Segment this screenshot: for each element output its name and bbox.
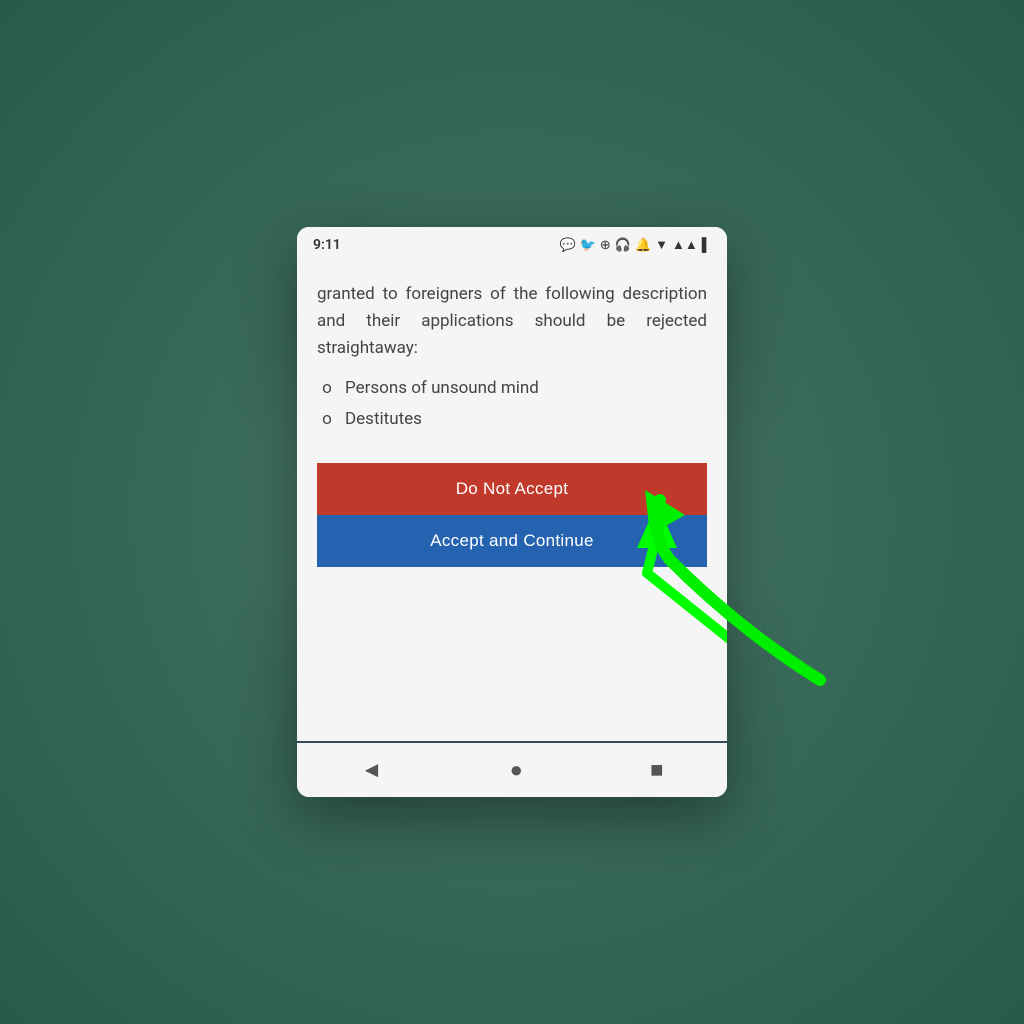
nav-bar: ◄ ● ■ bbox=[297, 741, 727, 797]
phone-frame: 9:11 💬 🐦 ⊕ 🎧 🔔 ▼ ▲▲ ▌ granted to foreign… bbox=[297, 227, 727, 797]
wifi-icon: ▼ bbox=[655, 237, 668, 253]
buttons-area: Do Not Accept Accept and Continue bbox=[317, 463, 707, 567]
list-bullet-1: o bbox=[317, 375, 337, 402]
recent-button[interactable]: ■ bbox=[650, 757, 663, 783]
home-button[interactable]: ● bbox=[510, 757, 523, 783]
back-button[interactable]: ◄ bbox=[361, 757, 383, 783]
signal-icon: ▲▲ bbox=[672, 237, 698, 253]
alert-icon: ⊕ bbox=[600, 238, 611, 253]
status-time: 9:11 bbox=[313, 237, 341, 253]
do-not-accept-button[interactable]: Do Not Accept bbox=[317, 463, 707, 515]
headphone-icon: 🎧 bbox=[615, 238, 631, 253]
body-paragraph: granted to foreigners of the following d… bbox=[317, 281, 707, 363]
content-area: granted to foreigners of the following d… bbox=[297, 261, 727, 741]
status-icons-group: 💬 🐦 ⊕ 🎧 🔔 ▼ ▲▲ ▌ bbox=[560, 237, 711, 253]
list-text-2: Destitutes bbox=[345, 406, 422, 433]
battery-icon: ▌ bbox=[702, 237, 711, 253]
accept-continue-button[interactable]: Accept and Continue bbox=[317, 515, 707, 567]
list-item: o Persons of unsound mind bbox=[317, 375, 707, 402]
list-text-1: Persons of unsound mind bbox=[345, 375, 539, 402]
list-items-container: o Persons of unsound mind o Destitutes bbox=[317, 375, 707, 433]
list-bullet-2: o bbox=[317, 406, 337, 433]
notification-icon: 🔔 bbox=[635, 238, 651, 253]
twitter-icon: 🐦 bbox=[580, 238, 596, 253]
list-item: o Destitutes bbox=[317, 406, 707, 433]
status-bar: 9:11 💬 🐦 ⊕ 🎧 🔔 ▼ ▲▲ ▌ bbox=[297, 227, 727, 261]
whatsapp-icon: 💬 bbox=[560, 238, 576, 253]
